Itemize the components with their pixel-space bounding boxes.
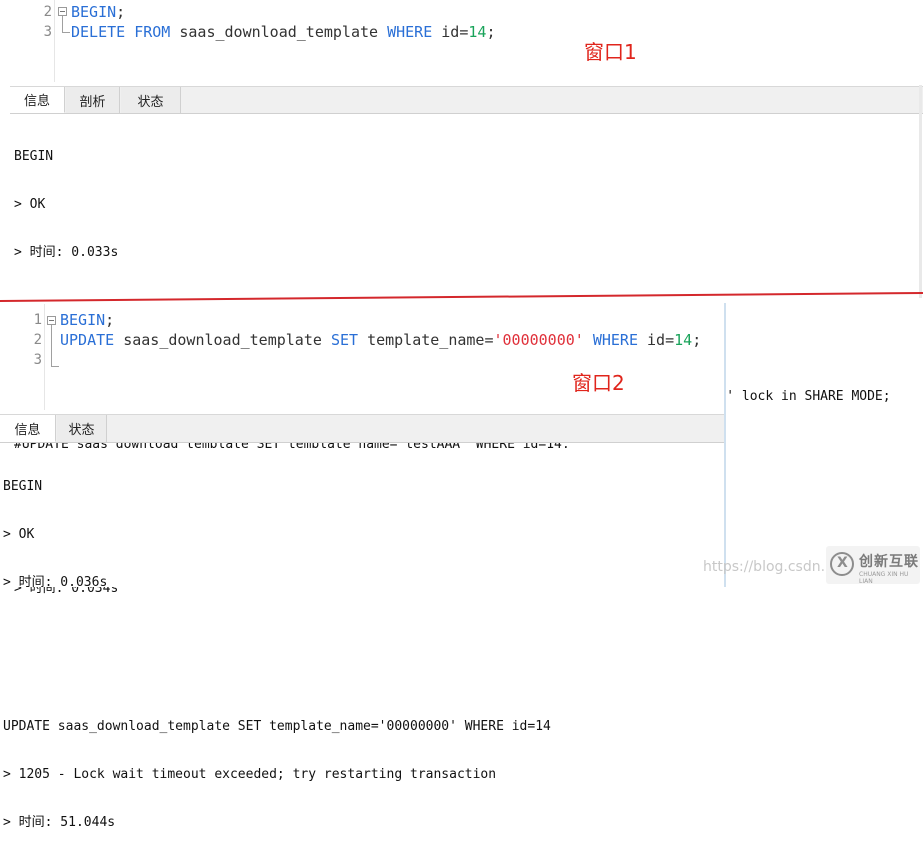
- window1-tabbar: 信息 剖析 状态: [10, 86, 923, 114]
- fold-guide: [62, 16, 63, 32]
- watermark-brand-sub: CHUANG XIN HU LIAN: [859, 571, 909, 585]
- fold-guide-end: [62, 32, 70, 33]
- sql-punct: ;: [116, 3, 126, 21]
- sql-keyword: SET: [330, 331, 359, 349]
- output-line: BEGIN: [14, 149, 54, 164]
- tab-profile[interactable]: 剖析: [66, 87, 120, 113]
- sql-punct: ;: [105, 311, 115, 329]
- window1-annotation: 窗口1: [584, 40, 637, 64]
- code-line[interactable]: UPDATE saas_download_template SET templa…: [60, 331, 701, 349]
- output-line: > 时间: 51.044s: [3, 815, 116, 830]
- line-number: 3: [33, 352, 42, 368]
- gutter-divider: [54, 0, 55, 82]
- fold-toggle-icon[interactable]: [58, 7, 67, 16]
- sql-string: '00000000': [493, 331, 584, 349]
- window1-editor[interactable]: 2 3 BEGIN; DELETE FROM saas_download_tem…: [10, 0, 923, 82]
- watermark-url: https://blog.csdn.: [703, 559, 826, 575]
- sql-keyword: WHERE: [592, 331, 638, 349]
- window2-tabbar: 信息 状态: [0, 414, 724, 443]
- fold-guide: [51, 325, 52, 366]
- output-line: > OK: [14, 197, 46, 212]
- sql-condition: id=: [647, 331, 675, 349]
- output-line: > 1205 - Lock wait timeout exceeded; try…: [3, 767, 497, 782]
- code-line[interactable]: BEGIN;: [60, 311, 114, 329]
- tab-status[interactable]: 状态: [57, 415, 107, 442]
- sql-keyword: UPDATE: [60, 331, 115, 349]
- window1-output-pane[interactable]: BEGIN > OK > 时间: 0.033s #SELECT * FROM s…: [10, 118, 922, 596]
- output-line: BEGIN: [3, 479, 43, 494]
- sql-keyword: FROM: [134, 23, 171, 41]
- window2-output-pane[interactable]: BEGIN > OK > 时间: 0.036s UPDATE saas_down…: [0, 448, 723, 830]
- watermark-brand: 创新互联: [859, 554, 919, 570]
- sql-column: template_name=: [367, 331, 494, 349]
- output-line: > 时间: 0.033s: [14, 245, 119, 260]
- window2-border: [724, 303, 726, 587]
- sql-keyword: BEGIN: [60, 311, 106, 329]
- sql-punct: ;: [692, 331, 702, 349]
- gutter-divider: [44, 304, 45, 410]
- sql-table: saas_download_template: [123, 331, 322, 349]
- line-number: 1: [33, 312, 42, 328]
- tab-info[interactable]: 信息: [0, 415, 56, 442]
- brand-logo-icon: [830, 552, 854, 576]
- line-number: 2: [43, 4, 52, 20]
- sql-number: 14: [468, 23, 487, 41]
- fold-toggle-icon[interactable]: [47, 316, 56, 325]
- tab-info[interactable]: 信息: [10, 87, 65, 113]
- output-line: UPDATE saas_download_template SET templa…: [3, 719, 551, 734]
- tab-status[interactable]: 状态: [121, 87, 181, 113]
- output-line: > 时间: 0.036s: [3, 575, 108, 590]
- sql-number: 14: [674, 331, 693, 349]
- line-number: 3: [43, 24, 52, 40]
- sql-punct: ;: [486, 23, 496, 41]
- code-line[interactable]: BEGIN;: [71, 3, 125, 21]
- fold-guide-end: [51, 366, 59, 367]
- sql-keyword: BEGIN: [71, 3, 117, 21]
- sql-table: saas_download_template: [179, 23, 379, 41]
- window1-scrollbar[interactable]: [919, 85, 922, 298]
- window2-annotation: 窗口2: [572, 371, 625, 395]
- window1-line-gutter: 2 3: [10, 0, 70, 82]
- line-number: 2: [33, 332, 42, 348]
- code-line[interactable]: DELETE FROM saas_download_template WHERE…: [71, 23, 495, 41]
- sql-condition: id=: [441, 23, 469, 41]
- output-line: > OK: [3, 527, 35, 542]
- sql-keyword: DELETE: [71, 23, 126, 41]
- sql-keyword: WHERE: [387, 23, 433, 41]
